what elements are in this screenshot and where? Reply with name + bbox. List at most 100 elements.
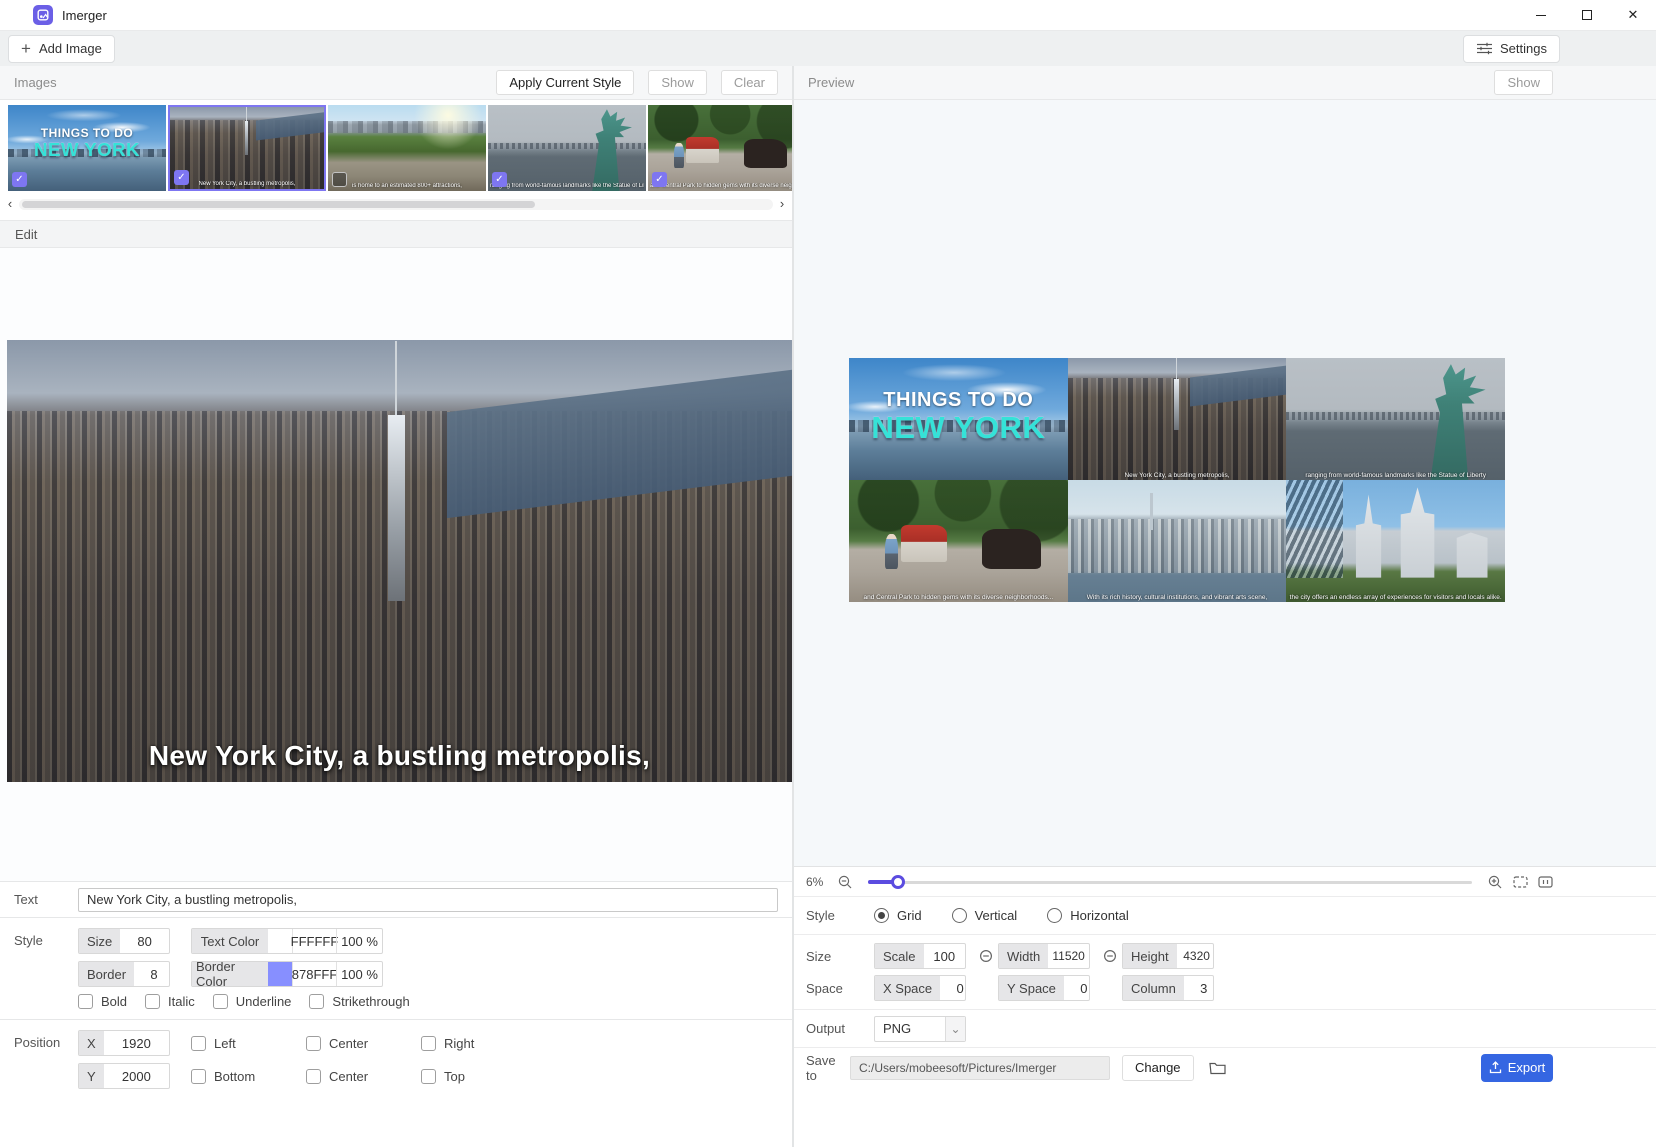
export-label: Export — [1508, 1060, 1546, 1075]
sliders-icon — [1476, 41, 1492, 57]
scroll-right-icon[interactable]: › — [776, 198, 788, 210]
thumbnail-checkbox[interactable] — [332, 172, 347, 187]
caption-text-input[interactable] — [78, 888, 778, 912]
carriage-shape — [686, 137, 719, 163]
change-path-button[interactable]: Change — [1122, 1055, 1194, 1081]
thumbnail-statue-of-liberty[interactable]: ✓ ranging from world-famous landmarks li… — [488, 105, 646, 191]
y-space-value[interactable]: 0 — [1064, 976, 1090, 1000]
border-color-hex[interactable]: 878FFF — [293, 962, 336, 986]
thumbnail-horse-carriage[interactable]: ✓ and Central Park to hidden gems with i… — [648, 105, 792, 191]
checkbox-box — [191, 1036, 206, 1051]
checkbox-box — [213, 994, 228, 1009]
position-y-label: Y — [79, 1064, 104, 1088]
grid-radio[interactable]: Grid — [874, 908, 922, 923]
border-color-opacity[interactable]: 100 % — [337, 962, 382, 986]
thumbnail-checkbox[interactable]: ✓ — [652, 172, 667, 187]
fit-to-window-icon[interactable] — [1512, 874, 1528, 890]
column-value[interactable]: 3 — [1184, 976, 1214, 1000]
toolbar: + Add Image Settings — [0, 30, 1656, 66]
zoom-in-icon[interactable] — [1487, 874, 1503, 890]
thumbnail-checkbox[interactable]: ✓ — [492, 172, 507, 187]
link-width-height-icon[interactable] — [1102, 948, 1118, 964]
align-center-v-checkbox[interactable]: Center — [306, 1069, 400, 1084]
zoom-out-icon[interactable] — [837, 874, 853, 890]
align-center-h-checkbox[interactable]: Center — [306, 1036, 400, 1051]
italic-checkbox[interactable]: Italic — [145, 994, 195, 1009]
add-image-label: Add Image — [39, 41, 102, 56]
border-size-value[interactable]: 8 — [134, 962, 170, 986]
font-size-label: Size — [79, 929, 120, 953]
font-size-field: Size 80 — [78, 928, 170, 954]
align-bottom-checkbox[interactable]: Bottom — [191, 1069, 285, 1084]
strikethrough-checkbox[interactable]: Strikethrough — [309, 994, 409, 1009]
x-space-value[interactable]: 0 — [940, 976, 966, 1000]
apply-current-style-button[interactable]: Apply Current Style — [496, 70, 634, 95]
link-scale-width-icon[interactable] — [978, 948, 994, 964]
thumbnail-title-card[interactable]: THINGS TO DO NEW YORK ✓ — [8, 105, 166, 191]
layout-style-label: Style — [806, 908, 874, 923]
thumbnail-central-park[interactable]: is home to an estimated 800+ attractions… — [328, 105, 486, 191]
preview-cell-caption: New York City, a bustling metropolis, — [1070, 472, 1285, 479]
thumbnail-checkbox[interactable]: ✓ — [12, 172, 27, 187]
border-color-swatch[interactable] — [268, 962, 292, 986]
vertical-radio[interactable]: Vertical — [952, 908, 1018, 923]
scroll-left-icon[interactable]: ‹ — [4, 198, 16, 210]
minimize-button[interactable] — [1518, 0, 1564, 30]
output-format-select[interactable]: PNG ⌄ — [874, 1016, 966, 1042]
zoom-slider-track[interactable] — [868, 881, 1472, 884]
width-value[interactable]: 11520 — [1048, 944, 1089, 968]
zoom-slider-handle[interactable] — [891, 875, 905, 889]
skyscraper-spire — [1174, 379, 1179, 430]
font-size-value[interactable]: 80 — [120, 929, 169, 953]
bold-checkbox[interactable]: Bold — [78, 994, 127, 1009]
text-color-hex[interactable]: FFFFFF — [293, 929, 336, 953]
preview-show-button[interactable]: Show — [1494, 70, 1553, 95]
edit-canvas: New York City, a bustling metropolis, — [0, 248, 792, 881]
maximize-button[interactable] — [1564, 0, 1610, 30]
add-image-button[interactable]: + Add Image — [8, 35, 115, 63]
underline-checkbox[interactable]: Underline — [213, 994, 292, 1009]
zoom-slider[interactable] — [868, 875, 1472, 889]
save-path-field[interactable]: C:/Users/mobeesoft/Pictures/Imerger — [850, 1056, 1110, 1080]
scrollbar-thumb[interactable] — [22, 201, 535, 208]
text-color-swatch[interactable] — [268, 929, 292, 953]
height-value[interactable]: 4320 — [1177, 944, 1214, 968]
text-color-opacity[interactable]: 100 % — [337, 929, 382, 953]
thumbnail-strip: THINGS TO DO NEW YORK ✓ ✓ New York City,… — [0, 100, 792, 196]
thumbnail-aerial-manhattan[interactable]: ✓ New York City, a bustling metropolis, — [168, 105, 326, 191]
check-icon: ✓ — [495, 174, 503, 185]
x-space-field: X Space 0 — [874, 975, 966, 1001]
preview-zoom-bar: 6% — [794, 866, 1656, 896]
images-clear-button[interactable]: Clear — [721, 70, 778, 95]
height-label: Height — [1123, 944, 1177, 968]
images-show-button[interactable]: Show — [648, 70, 707, 95]
x-space-label: X Space — [875, 976, 940, 1000]
align-right-checkbox[interactable]: Right — [421, 1036, 515, 1051]
position-x-value[interactable]: 1920 — [104, 1031, 169, 1055]
actual-size-icon[interactable] — [1537, 874, 1553, 890]
carriage-shape — [901, 525, 947, 562]
settings-label: Settings — [1500, 41, 1547, 56]
thumbnail-caption: ranging from world-famous landmarks like… — [490, 183, 644, 189]
checkbox-box — [306, 1069, 321, 1084]
horizontal-radio[interactable]: Horizontal — [1047, 908, 1129, 923]
thumbnail-checkbox[interactable]: ✓ — [174, 170, 189, 185]
preview-cell-manhattan-day: With its rich history, cultural institut… — [1068, 480, 1287, 602]
text-color-label: Text Color — [192, 929, 268, 953]
align-top-checkbox[interactable]: Top — [421, 1069, 515, 1084]
position-y-value[interactable]: 2000 — [104, 1064, 169, 1088]
scrollbar-track[interactable] — [19, 199, 773, 210]
preview-header: Preview Show — [794, 66, 1656, 100]
checkbox-box — [306, 1036, 321, 1051]
chevron-down-icon: ⌄ — [945, 1017, 965, 1041]
export-button[interactable]: Export — [1481, 1054, 1553, 1082]
close-button[interactable]: ✕ — [1610, 0, 1656, 30]
align-left-checkbox[interactable]: Left — [191, 1036, 285, 1051]
open-folder-button[interactable] — [1206, 1056, 1230, 1080]
images-header: Images Apply Current Style Show Clear — [0, 66, 792, 100]
scale-field: Scale 100 — [874, 943, 966, 969]
scale-value[interactable]: 100 — [924, 944, 965, 968]
images-edit-panel: Images Apply Current Style Show Clear TH… — [0, 66, 794, 1147]
preview-title: Preview — [808, 75, 854, 90]
settings-button[interactable]: Settings — [1463, 35, 1560, 63]
